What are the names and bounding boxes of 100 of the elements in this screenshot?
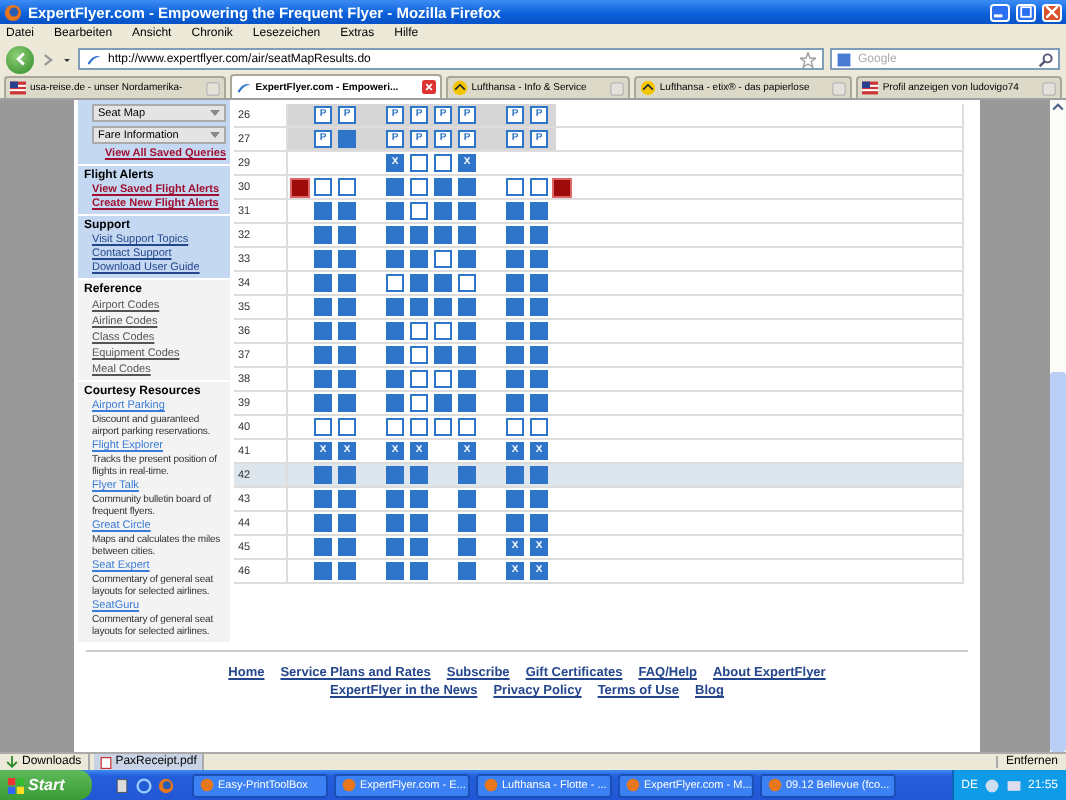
seat [410, 322, 428, 340]
seat [410, 226, 428, 244]
seat [410, 202, 428, 220]
seat [506, 490, 524, 508]
seat [506, 322, 524, 340]
seat [458, 562, 476, 580]
seat [314, 178, 332, 196]
seat [458, 322, 476, 340]
seat [314, 466, 332, 484]
seat [338, 250, 356, 268]
back-button[interactable] [6, 45, 34, 73]
seat [506, 466, 524, 484]
app-icon [768, 778, 782, 792]
seat [434, 274, 452, 292]
app-icon [342, 778, 356, 792]
seat [314, 298, 332, 316]
scrollbar[interactable] [1050, 100, 1066, 752]
seat [458, 466, 476, 484]
seat [530, 466, 548, 484]
seat [506, 418, 524, 436]
seat [386, 394, 404, 412]
seat [386, 202, 404, 220]
seat [530, 322, 548, 340]
seat [338, 466, 356, 484]
seat [458, 490, 476, 508]
seat [410, 298, 428, 316]
seat [506, 394, 524, 412]
seat [338, 274, 356, 292]
seat [410, 466, 428, 484]
seat [338, 514, 356, 532]
seat [458, 418, 476, 436]
close-icon [609, 81, 624, 95]
seat [386, 346, 404, 364]
seat [338, 394, 356, 412]
search-icon [1038, 51, 1054, 67]
seat [338, 562, 356, 580]
seat [434, 250, 452, 268]
seat [386, 466, 404, 484]
seat [458, 202, 476, 220]
seat [530, 178, 548, 196]
seat [458, 226, 476, 244]
seat [458, 274, 476, 292]
seat [434, 322, 452, 340]
seat [338, 370, 356, 388]
maximize-icon [1020, 6, 1032, 18]
download-arrow-icon [6, 756, 18, 768]
seat [506, 298, 524, 316]
seat [314, 202, 332, 220]
seat [410, 490, 428, 508]
seat [314, 370, 332, 388]
seat [314, 538, 332, 556]
seat [314, 346, 332, 364]
minimize-button[interactable] [990, 3, 1010, 21]
seat [530, 274, 548, 292]
flag-icon [862, 80, 879, 96]
seat [530, 226, 548, 244]
seat [410, 154, 428, 172]
pdf-file-icon [99, 755, 112, 769]
seat [530, 346, 548, 364]
browser-icon [136, 777, 152, 793]
seat [386, 538, 404, 556]
seat [506, 178, 524, 196]
seat [314, 394, 332, 412]
seat [386, 490, 404, 508]
close-icon [421, 80, 436, 94]
seat [314, 418, 332, 436]
seat [530, 418, 548, 436]
seat [386, 298, 404, 316]
seat [386, 370, 404, 388]
seat [314, 514, 332, 532]
seat [410, 514, 428, 532]
seat [434, 418, 452, 436]
forward-icon [40, 51, 56, 67]
seat [530, 394, 548, 412]
flag-icon [10, 80, 26, 96]
browser-logo-icon [4, 3, 22, 21]
seat [338, 490, 356, 508]
close-icon [832, 81, 847, 95]
swoosh-icon [235, 79, 252, 95]
seat [530, 490, 548, 508]
dropdown-arrow-icon [210, 130, 220, 140]
app-icon [626, 778, 640, 792]
seat [410, 538, 428, 556]
dropdown-arrow-icon [210, 108, 220, 118]
seat [314, 490, 332, 508]
seat [338, 130, 356, 148]
seat [410, 274, 428, 292]
seat [530, 202, 548, 220]
maximize-button[interactable] [1016, 3, 1036, 21]
close-button[interactable] [1042, 3, 1062, 21]
seat [386, 274, 404, 292]
seat [458, 178, 476, 196]
seat [434, 154, 452, 172]
seat [338, 418, 356, 436]
seat [386, 250, 404, 268]
star-icon [800, 51, 816, 67]
seat [314, 322, 332, 340]
app-icon [200, 778, 214, 792]
seat [434, 346, 452, 364]
seat [434, 226, 452, 244]
